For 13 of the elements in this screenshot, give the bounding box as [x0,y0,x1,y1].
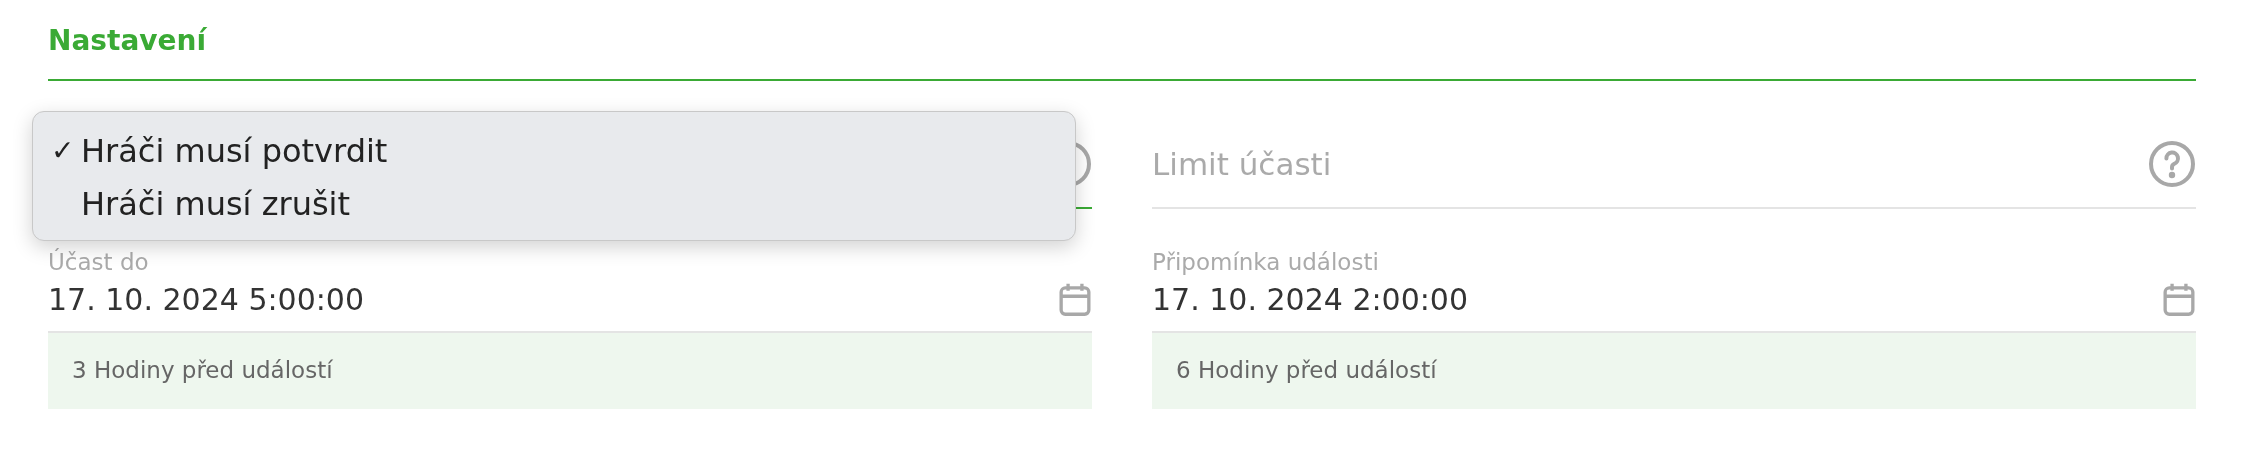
note-text: 3 Hodiny před událostí [48,333,1092,409]
note-text: 6 Hodiny před událostí [1152,333,2196,409]
check-icon: ✓ [51,134,81,167]
limit-field[interactable]: Limit účasti [1152,146,2148,182]
section-title: Nastavení [48,24,2196,81]
field-label: Účast do [48,249,149,275]
date-value: 17. 10. 2024 5:00:00 [48,281,365,317]
calendar-icon[interactable] [1058,281,1092,317]
date-value: 17. 10. 2024 2:00:00 [1152,281,1469,317]
dropdown-option[interactable]: Hráči musí potvrdit [81,131,388,170]
calendar-icon[interactable] [2162,281,2196,317]
field-label: Připomínka události [1152,249,1379,275]
help-icon[interactable] [2148,140,2196,188]
